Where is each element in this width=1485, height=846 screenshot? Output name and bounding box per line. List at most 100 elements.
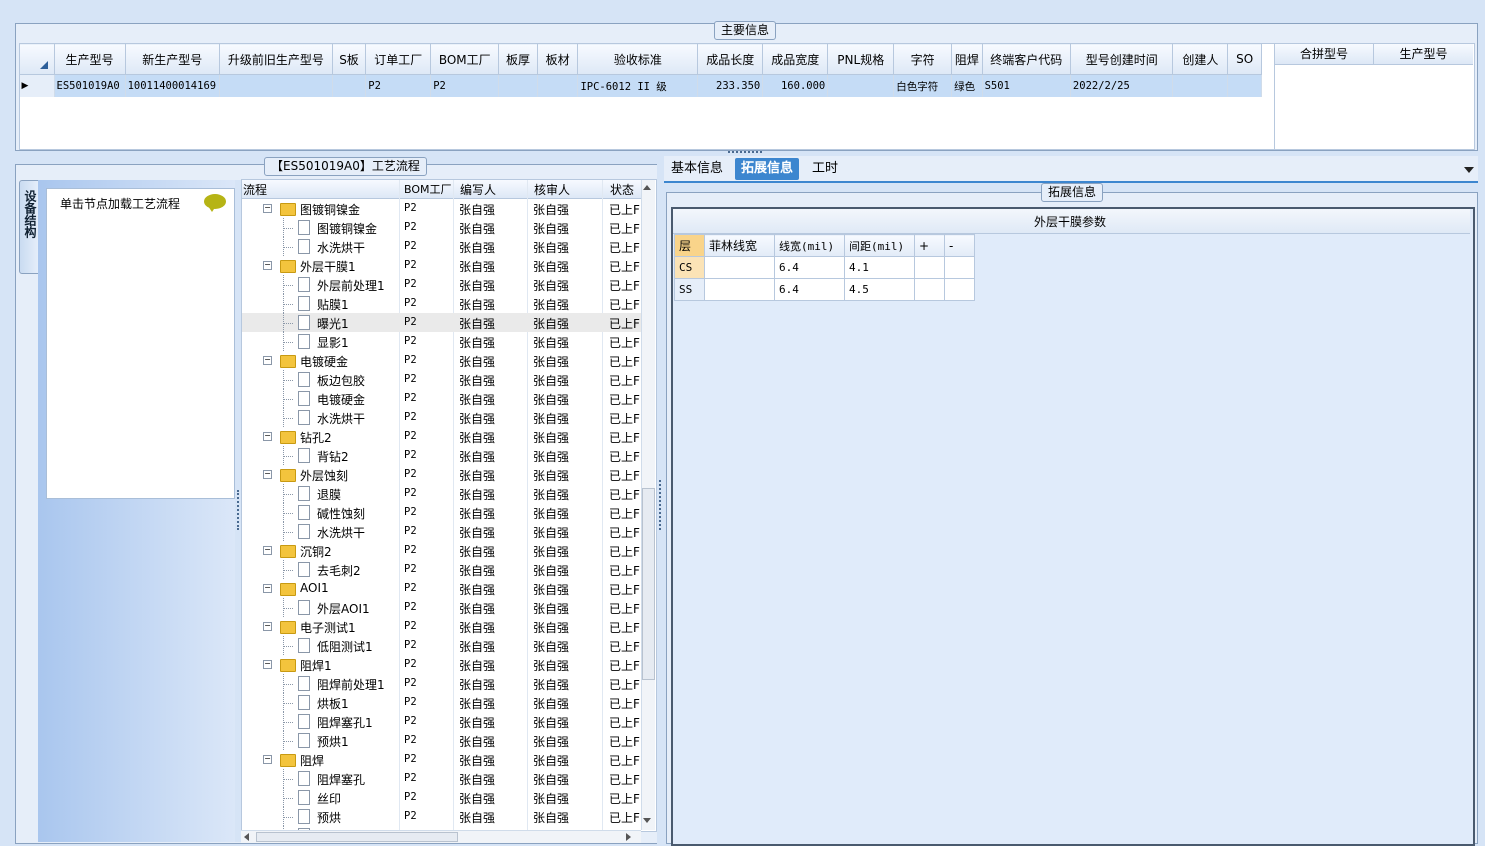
tree-vscroll-thumb[interactable] — [642, 488, 655, 680]
main-col-header[interactable]: SO — [1227, 43, 1262, 75]
tree-row[interactable]: 水洗烘干 P2 张自强 张自强 已上F — [242, 408, 654, 427]
collapse-icon[interactable]: − — [263, 261, 272, 270]
main-cell[interactable] — [537, 74, 579, 97]
tree-row[interactable]: 曝光1 P2 张自强 张自强 已上F — [242, 313, 654, 332]
collapse-icon[interactable]: − — [263, 622, 272, 631]
params-col-header[interactable]: - — [944, 234, 975, 257]
params-cell[interactable]: 4.1 — [844, 256, 915, 279]
tree-row[interactable]: 阻焊塞孔 P2 张自强 张自强 已上F — [242, 769, 654, 788]
main-col-header[interactable]: 板材 — [536, 43, 579, 75]
main-cell[interactable]: 160.000 — [762, 74, 829, 97]
tree-row[interactable]: − 阻焊1 P2 张自强 张自强 已上F — [242, 655, 654, 674]
main-col-header[interactable]: 阻焊 — [951, 43, 983, 75]
main-cell[interactable]: ES501019A0 — [54, 74, 126, 97]
process-tree[interactable]: 流程 BOM工厂 编写人 核审人 状态 − 图镀铜镍金 P2 张自强 张自强 已上F 图镀铜… — [241, 179, 657, 832]
main-cell[interactable] — [1227, 74, 1262, 97]
params-cell[interactable] — [944, 256, 975, 279]
tree-row[interactable]: 预烘1 P2 张自强 张自强 已上F — [242, 731, 654, 750]
main-cell[interactable]: 白色字符 — [893, 74, 953, 97]
main-info-row[interactable]: ▶ ES501019A0 10011400014169 P2 P2 IPC-6012 I… — [19, 74, 1262, 97]
row-selector-header[interactable] — [19, 43, 55, 75]
tree-row[interactable]: 板边包胶 P2 张自强 张自强 已上F — [242, 370, 654, 389]
tree-row[interactable]: − 图镀铜镍金 P2 张自强 张自强 已上F — [242, 199, 654, 218]
tree-row[interactable]: − AOI1 P2 张自强 张自强 已上F — [242, 579, 654, 598]
tree-row[interactable]: 贴膜1 P2 张自强 张自强 已上F — [242, 294, 654, 313]
main-col-header[interactable]: 新生产型号 — [124, 43, 221, 75]
tree-row[interactable]: 烘板1 P2 张自强 张自强 已上F — [242, 693, 654, 712]
main-cell[interactable]: IPC-6012 II 级 — [577, 74, 699, 97]
equipment-list[interactable] — [46, 188, 235, 499]
tree-row[interactable]: 阻焊塞孔1 P2 张自强 张自强 已上F — [242, 712, 654, 731]
tree-row[interactable]: 显影1 P2 张自强 张自强 已上F — [242, 332, 654, 351]
tree-row[interactable]: − 电镀硬金 P2 张自强 张自强 已上F — [242, 351, 654, 370]
collapse-icon[interactable]: − — [263, 432, 272, 441]
collapse-icon[interactable]: − — [263, 660, 272, 669]
main-col-header[interactable]: 字符 — [893, 43, 953, 75]
params-col-header[interactable]: 线宽(mil) — [774, 234, 845, 257]
params-col-header[interactable]: 层 — [674, 234, 705, 257]
collapse-icon[interactable]: − — [263, 356, 272, 365]
main-cell[interactable] — [219, 74, 333, 97]
tree-row[interactable]: 外层前处理1 P2 张自强 张自强 已上F — [242, 275, 654, 294]
tree-row[interactable]: − 钻孔2 P2 张自强 张自强 已上F — [242, 427, 654, 446]
params-cell[interactable] — [914, 256, 945, 279]
tree-hscroll-thumb[interactable] — [256, 832, 458, 842]
main-col-header[interactable]: 生产型号 — [53, 43, 126, 75]
tree-hscroll-left-icon[interactable] — [244, 833, 249, 841]
tab-work-hours[interactable]: 工时 — [806, 158, 844, 180]
tree-row[interactable]: − 外层蚀刻 P2 张自强 张自强 已上F — [242, 465, 654, 484]
tree-row[interactable]: 水洗烘干 P2 张自强 张自强 已上F — [242, 237, 654, 256]
main-col-header[interactable]: 升级前旧生产型号 — [219, 43, 333, 75]
collapse-icon[interactable]: − — [263, 584, 272, 593]
side-model-col-header[interactable]: 生产型号 — [1374, 44, 1473, 65]
tree-row[interactable]: 低阻测试1 P2 张自强 张自强 已上F — [242, 636, 654, 655]
main-cell[interactable] — [498, 74, 538, 97]
tree-row[interactable]: − 沉铜2 P2 张自强 张自强 已上F — [242, 541, 654, 560]
main-cell[interactable]: 2022/2/25 — [1070, 74, 1174, 97]
params-col-header[interactable]: 菲林线宽 — [704, 234, 775, 257]
main-cell[interactable]: 233.350 — [697, 74, 764, 97]
main-cell[interactable] — [332, 74, 367, 97]
tab-basic-info[interactable]: 基本信息 — [665, 158, 729, 180]
params-cell[interactable]: 4.5 — [844, 278, 915, 301]
tree-row[interactable]: 外层AOI1 P2 张自强 张自强 已上F — [242, 598, 654, 617]
main-col-header[interactable]: 成品宽度 — [762, 43, 829, 75]
tree-row[interactable]: 阻焊前处理1 P2 张自强 张自强 已上F — [242, 674, 654, 693]
params-cell[interactable]: SS — [674, 278, 705, 301]
main-cell[interactable]: S501 — [982, 74, 1071, 97]
tree-hscroll-right-icon[interactable] — [626, 833, 631, 841]
tree-row[interactable]: 碱性蚀刻 P2 张自强 张自强 已上F — [242, 503, 654, 522]
main-col-header[interactable]: 成品长度 — [697, 43, 764, 75]
main-cell[interactable] — [827, 74, 895, 97]
params-cell[interactable]: 6.4 — [774, 278, 845, 301]
tab-dropdown-icon[interactable] — [1464, 167, 1474, 173]
merge-col-header[interactable]: 合拼型号 — [1275, 44, 1374, 65]
tree-row[interactable]: 预烘 P2 张自强 张自强 已上F — [242, 807, 654, 826]
collapse-icon[interactable]: − — [263, 470, 272, 479]
tree-vscroll-up-icon[interactable] — [643, 185, 651, 190]
tree-row[interactable]: 背钻2 P2 张自强 张自强 已上F — [242, 446, 654, 465]
tree-row[interactable]: − 阻焊 P2 张自强 张自强 已上F — [242, 750, 654, 769]
collapse-icon[interactable]: − — [263, 546, 272, 555]
params-cell[interactable]: CS — [674, 256, 705, 279]
params-cell[interactable] — [944, 278, 975, 301]
params-cell[interactable]: 6.4 — [774, 256, 845, 279]
main-col-header[interactable]: 订单工厂 — [365, 43, 432, 75]
main-col-header[interactable]: S板 — [331, 43, 367, 75]
tree-row[interactable]: 丝印 P2 张自强 张自强 已上F — [242, 788, 654, 807]
collapse-icon[interactable]: − — [263, 755, 272, 764]
main-cell[interactable]: 10011400014169 — [125, 74, 221, 97]
tree-row[interactable]: 水洗烘干 P2 张自强 张自强 已上F — [242, 522, 654, 541]
main-cell[interactable]: 绿色 — [951, 74, 983, 97]
params-cell[interactable] — [914, 278, 945, 301]
tree-row[interactable]: − 电子测试1 P2 张自强 张自强 已上F — [242, 617, 654, 636]
main-col-header[interactable]: PNL规格 — [827, 43, 895, 75]
params-col-header[interactable]: + — [914, 234, 945, 257]
tree-row[interactable]: − 外层干膜1 P2 张自强 张自强 已上F — [242, 256, 654, 275]
tree-row[interactable]: 去毛刺2 P2 张自强 张自强 已上F — [242, 560, 654, 579]
main-col-header[interactable]: 创建人 — [1172, 43, 1229, 75]
main-cell[interactable]: P2 — [365, 74, 432, 97]
main-col-header[interactable]: BOM工厂 — [430, 43, 500, 75]
main-cell[interactable] — [1172, 74, 1229, 97]
params-cell[interactable] — [704, 256, 775, 279]
